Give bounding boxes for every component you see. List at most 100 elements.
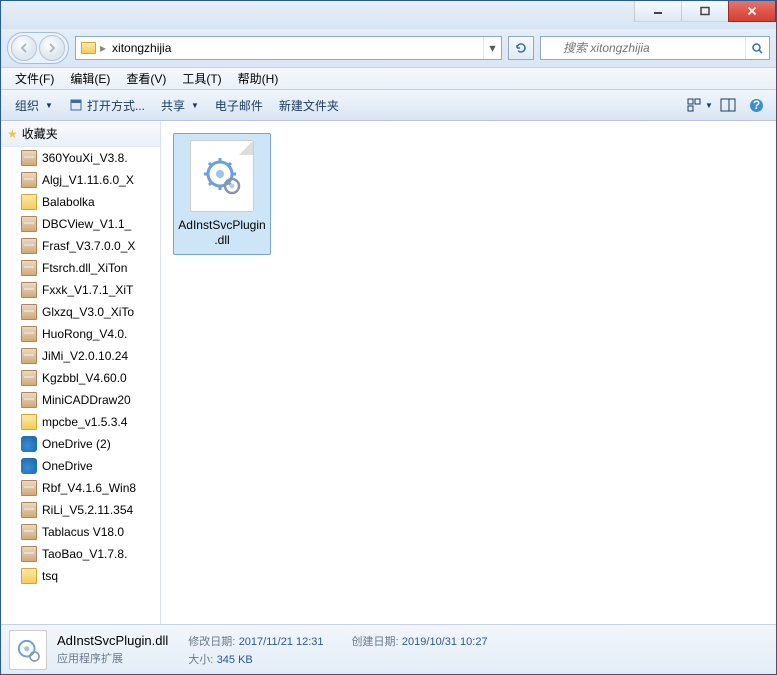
sidebar-item[interactable]: RiLi_V5.2.11.354: [1, 499, 160, 521]
sidebar-item[interactable]: JiMi_V2.0.10.24: [1, 345, 160, 367]
email-button[interactable]: 电子邮件: [207, 93, 271, 118]
sidebar-item[interactable]: TaoBao_V1.7.8.: [1, 543, 160, 565]
archive-icon: [21, 304, 37, 320]
sidebar-item[interactable]: mpcbe_v1.5.3.4: [1, 411, 160, 433]
content-area[interactable]: AdInstSvcPlugin.dll: [161, 121, 776, 624]
sidebar-item-label: Rbf_V4.1.6_Win8: [42, 481, 136, 495]
toolbar: 组织▼ 打开方式... 共享▼ 电子邮件 新建文件夹 ▼ ?: [1, 89, 776, 121]
sidebar-item[interactable]: Kgzbbl_V4.60.0: [1, 367, 160, 389]
favorites-header[interactable]: ★ 收藏夹: [1, 121, 160, 147]
archive-icon: [21, 392, 37, 408]
new-folder-button[interactable]: 新建文件夹: [271, 93, 347, 118]
sidebar-item[interactable]: HuoRong_V4.0.: [1, 323, 160, 345]
sidebar-item-label: MiniCADDraw20: [42, 393, 131, 407]
sidebar-item-label: OneDrive (2): [42, 437, 111, 451]
archive-icon: [21, 480, 37, 496]
search-input[interactable]: [561, 41, 745, 55]
archive-icon: [21, 150, 37, 166]
search-box[interactable]: [540, 36, 770, 60]
size-value: 345 KB: [217, 654, 253, 666]
menubar: 文件(F) 编辑(E) 查看(V) 工具(T) 帮助(H): [1, 67, 776, 89]
sidebar-item-label: DBCView_V1.1_: [42, 217, 131, 231]
sidebar-item[interactable]: 360YouXi_V3.8.: [1, 147, 160, 169]
sidebar-item-label: mpcbe_v1.5.3.4: [42, 415, 127, 429]
sidebar-item-label: OneDrive: [42, 459, 93, 473]
refresh-button[interactable]: [508, 36, 534, 60]
archive-icon: [21, 370, 37, 386]
menu-edit[interactable]: 编辑(E): [62, 67, 118, 90]
search-go-icon[interactable]: [745, 37, 769, 59]
onedrive-icon: [21, 458, 37, 474]
help-button[interactable]: ?: [742, 93, 770, 117]
sidebar-item[interactable]: Algj_V1.11.6.0_X: [1, 169, 160, 191]
sidebar-item-label: Glxzq_V3.0_XiTo: [42, 305, 134, 319]
archive-icon: [21, 546, 37, 562]
minimize-button[interactable]: [634, 1, 682, 22]
back-button[interactable]: [11, 35, 37, 61]
archive-icon: [21, 216, 37, 232]
preview-pane-button[interactable]: [714, 93, 742, 117]
share-button[interactable]: 共享▼: [153, 93, 207, 118]
folder-icon: [78, 38, 98, 58]
titlebar: [1, 1, 776, 29]
archive-icon: [21, 260, 37, 276]
sidebar-item[interactable]: tsq: [1, 565, 160, 587]
explorer-window: ▸ xitongzhijia ▾ 文件(F) 编辑(E) 查看(V) 工具(T)…: [0, 0, 777, 675]
sidebar-item-label: Fxxk_V1.7.1_XiT: [42, 283, 133, 297]
details-pane: AdInstSvcPlugin.dll 应用程序扩展 修改日期: 2017/11…: [1, 624, 776, 674]
folder-icon: [21, 568, 37, 584]
sidebar-item[interactable]: Ftsrch.dll_XiTon: [1, 257, 160, 279]
archive-icon: [21, 282, 37, 298]
favorites-label: 收藏夹: [22, 125, 58, 142]
nav-history-group: [7, 32, 69, 64]
dll-file-icon: [190, 140, 254, 212]
sidebar-item-label: RiLi_V5.2.11.354: [42, 503, 133, 517]
address-dropdown-icon[interactable]: ▾: [483, 37, 501, 59]
sidebar-item-label: tsq: [42, 569, 58, 583]
sidebar-item[interactable]: Frasf_V3.7.0.0_X: [1, 235, 160, 257]
svg-text:?: ?: [752, 98, 759, 112]
sidebar-item[interactable]: OneDrive: [1, 455, 160, 477]
sidebar-item[interactable]: Tablacus V18.0: [1, 521, 160, 543]
sidebar-item[interactable]: DBCView_V1.1_: [1, 213, 160, 235]
archive-icon: [21, 238, 37, 254]
sidebar-item[interactable]: Fxxk_V1.7.1_XiT: [1, 279, 160, 301]
file-item-selected[interactable]: AdInstSvcPlugin.dll: [173, 133, 271, 255]
sidebar-item-label: Kgzbbl_V4.60.0: [42, 371, 127, 385]
archive-icon: [21, 502, 37, 518]
sidebar-item-label: TaoBao_V1.7.8.: [42, 547, 127, 561]
created-label: 创建日期:: [352, 636, 399, 648]
sidebar-item-label: Ftsrch.dll_XiTon: [42, 261, 127, 275]
details-filetype: 应用程序扩展: [57, 650, 168, 666]
forward-button[interactable]: [39, 35, 65, 61]
sidebar-item[interactable]: MiniCADDraw20: [1, 389, 160, 411]
sidebar[interactable]: ★ 收藏夹 360YouXi_V3.8. Algj_V1.11.6.0_X Bala…: [1, 121, 161, 624]
sidebar-item[interactable]: Balabolka: [1, 191, 160, 213]
sidebar-item-label: HuoRong_V4.0.: [42, 327, 127, 341]
view-options-button[interactable]: ▼: [686, 93, 714, 117]
app-icon: [69, 98, 83, 112]
size-label: 大小:: [188, 654, 213, 666]
folder-icon: [21, 414, 37, 430]
sidebar-item-label: Algj_V1.11.6.0_X: [42, 173, 134, 187]
menu-file[interactable]: 文件(F): [7, 67, 62, 90]
star-icon: ★: [7, 127, 18, 141]
sidebar-item[interactable]: Rbf_V4.1.6_Win8: [1, 477, 160, 499]
maximize-button[interactable]: [681, 1, 729, 22]
open-with-button[interactable]: 打开方式...: [61, 93, 153, 118]
menu-help[interactable]: 帮助(H): [230, 67, 287, 90]
sidebar-item[interactable]: OneDrive (2): [1, 433, 160, 455]
sidebar-item[interactable]: Glxzq_V3.0_XiTo: [1, 301, 160, 323]
menu-view[interactable]: 查看(V): [118, 67, 174, 90]
navbar: ▸ xitongzhijia ▾: [1, 29, 776, 67]
modified-value: 2017/11/21 12:31: [239, 636, 324, 648]
menu-tools[interactable]: 工具(T): [174, 67, 229, 90]
archive-icon: [21, 326, 37, 342]
close-button[interactable]: [728, 1, 776, 22]
sidebar-item-label: Balabolka: [42, 195, 95, 209]
breadcrumb-chevron-icon[interactable]: ▸: [100, 41, 106, 55]
created-value: 2019/10/31 10:27: [402, 636, 488, 648]
onedrive-icon: [21, 436, 37, 452]
address-bar[interactable]: ▸ xitongzhijia ▾: [75, 36, 502, 60]
organize-button[interactable]: 组织▼: [7, 93, 61, 118]
